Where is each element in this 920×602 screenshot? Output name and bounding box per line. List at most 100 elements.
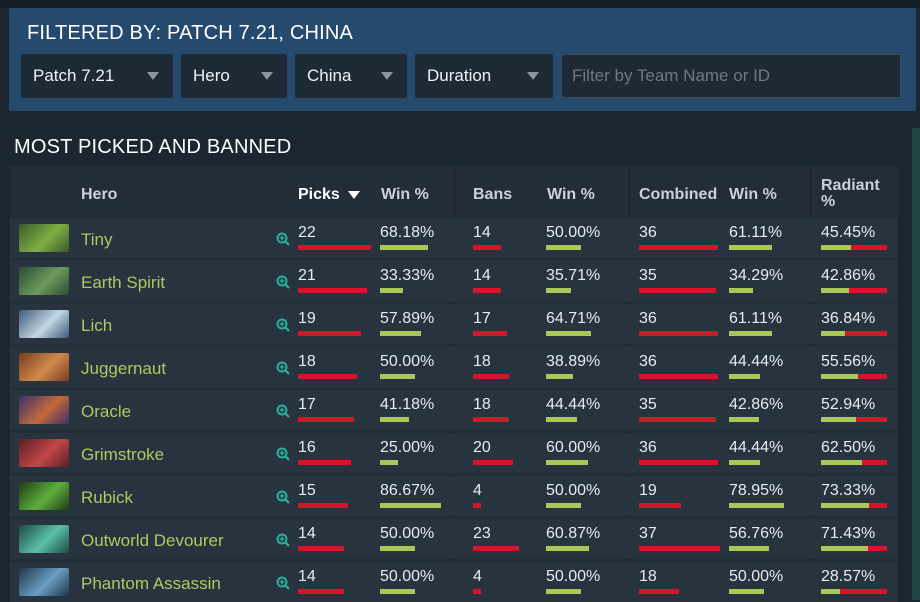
hero-stats-table: Hero Picks Win % Bans Win % Combined Win… xyxy=(10,166,898,602)
hero-name-link[interactable]: Earth Spirit xyxy=(81,273,165,293)
hero-name-link[interactable]: Juggernaut xyxy=(81,359,166,379)
picks-win-bar xyxy=(380,589,415,594)
picks-win-bar xyxy=(380,460,398,465)
sort-descending-icon xyxy=(347,190,360,199)
picks-bar xyxy=(298,374,358,379)
hero-name-link[interactable]: Oracle xyxy=(81,402,131,422)
dire-bar xyxy=(850,245,887,250)
combined-win-bar xyxy=(729,374,761,379)
dire-bar xyxy=(862,460,887,465)
chevron-down-icon xyxy=(261,72,273,80)
table-row[interactable]: Rubick 15 86.67% 4 50.00% 19 78.95% 73.3… xyxy=(10,476,898,516)
duration-dropdown[interactable]: Duration xyxy=(415,54,553,98)
combined-value: 35 xyxy=(639,396,657,413)
combined-bar xyxy=(639,417,716,422)
header-hero[interactable]: Hero xyxy=(81,186,117,204)
header-bans[interactable]: Bans xyxy=(473,186,512,204)
picks-win-value: 25.00% xyxy=(380,439,435,456)
picks-win-bar xyxy=(380,374,415,379)
bans-value: 14 xyxy=(473,267,491,284)
patch-dropdown[interactable]: Patch 7.21 xyxy=(21,54,173,98)
table-row[interactable]: Phantom Assassin 14 50.00% 4 50.00% 18 5… xyxy=(10,562,898,602)
picks-bar xyxy=(298,589,345,594)
combined-value: 19 xyxy=(639,482,657,499)
hero-name-link[interactable]: Lich xyxy=(81,316,112,336)
bans-win-bar xyxy=(546,245,581,250)
table-row[interactable]: Outworld Devourer 14 50.00% 23 60.87% 37… xyxy=(10,519,898,559)
bans-value: 18 xyxy=(473,353,491,370)
combined-win-value: 56.76% xyxy=(729,525,784,542)
radiant-value: 73.33% xyxy=(821,482,876,499)
hero-portrait xyxy=(19,525,69,553)
header-picks[interactable]: Picks xyxy=(298,186,360,204)
header-radiant-line2: % xyxy=(821,193,836,210)
bans-win-bar xyxy=(546,288,571,293)
radiant-bar xyxy=(821,417,856,422)
hero-dropdown-label: Hero xyxy=(193,66,230,85)
header-combined[interactable]: Combined xyxy=(639,186,717,204)
combined-value: 36 xyxy=(639,353,657,370)
combined-win-value: 61.11% xyxy=(729,310,783,327)
bans-value: 23 xyxy=(473,525,491,542)
zoom-in-icon[interactable] xyxy=(276,533,290,547)
picks-bar xyxy=(298,503,348,508)
picks-win-bar xyxy=(380,546,415,551)
zoom-in-icon[interactable] xyxy=(276,232,290,246)
dire-bar xyxy=(869,503,887,508)
picks-win-value: 50.00% xyxy=(380,568,435,585)
picks-win-value: 68.18% xyxy=(380,224,435,241)
zoom-in-icon[interactable] xyxy=(276,404,290,418)
radiant-bar xyxy=(821,589,840,594)
bans-bar xyxy=(473,245,501,250)
header-radiant[interactable]: Radiant % xyxy=(821,178,880,210)
duration-dropdown-label: Duration xyxy=(427,66,492,85)
hero-dropdown[interactable]: Hero xyxy=(181,54,287,98)
bans-win-value: 50.00% xyxy=(546,224,601,241)
table-row[interactable]: Oracle 17 41.18% 18 44.44% 35 42.86% 52.… xyxy=(10,390,898,430)
hero-name-link[interactable]: Rubick xyxy=(81,488,133,508)
picks-value: 16 xyxy=(298,439,316,456)
zoom-in-icon[interactable] xyxy=(276,490,290,504)
bans-win-value: 50.00% xyxy=(546,568,601,585)
combined-win-value: 42.86% xyxy=(729,396,784,413)
picks-bar xyxy=(298,288,368,293)
picks-win-bar xyxy=(380,288,404,293)
table-row[interactable]: Juggernaut 18 50.00% 18 38.89% 36 44.44%… xyxy=(10,347,898,387)
picks-win-value: 86.67% xyxy=(380,482,435,499)
combined-bar xyxy=(639,503,681,508)
team-search-input[interactable] xyxy=(561,54,901,98)
zoom-in-icon[interactable] xyxy=(276,447,290,461)
combined-win-bar xyxy=(729,503,785,508)
region-dropdown[interactable]: China xyxy=(295,54,407,98)
combined-win-value: 61.11% xyxy=(729,224,783,241)
zoom-in-icon[interactable] xyxy=(276,275,290,289)
header-picks-win[interactable]: Win % xyxy=(381,186,429,204)
bans-win-value: 64.71% xyxy=(546,310,601,327)
bans-value: 20 xyxy=(473,439,491,456)
table-row[interactable]: Lich 19 57.89% 17 64.71% 36 61.11% 36.84… xyxy=(10,304,898,344)
hero-name-link[interactable]: Phantom Assassin xyxy=(81,574,221,594)
zoom-in-icon[interactable] xyxy=(276,318,290,332)
bans-win-bar xyxy=(546,546,589,551)
hero-name-link[interactable]: Tiny xyxy=(81,230,113,250)
combined-win-value: 44.44% xyxy=(729,353,784,370)
header-combined-win[interactable]: Win % xyxy=(729,186,777,204)
table-row[interactable]: Earth Spirit 21 33.33% 14 35.71% 35 34.2… xyxy=(10,261,898,301)
combined-win-bar xyxy=(729,245,772,250)
table-row[interactable]: Tiny 22 68.18% 14 50.00% 36 61.11% 45.45… xyxy=(10,218,898,258)
table-header: Hero Picks Win % Bans Win % Combined Win… xyxy=(10,166,898,216)
bans-win-bar xyxy=(546,503,581,508)
hero-name-link[interactable]: Grimstroke xyxy=(81,445,164,465)
picks-value: 22 xyxy=(298,224,316,241)
radiant-value: 45.45% xyxy=(821,224,876,241)
hero-name-link[interactable]: Outworld Devourer xyxy=(81,531,224,551)
radiant-bar xyxy=(821,331,846,336)
zoom-in-icon[interactable] xyxy=(276,361,290,375)
table-row[interactable]: Grimstroke 16 25.00% 20 60.00% 36 44.44%… xyxy=(10,433,898,473)
right-edge-panel xyxy=(912,128,920,600)
header-bans-win[interactable]: Win % xyxy=(547,186,595,204)
header-radiant-line1: Radiant xyxy=(821,177,880,194)
hero-portrait xyxy=(19,568,69,596)
zoom-in-icon[interactable] xyxy=(276,576,290,590)
picks-value: 21 xyxy=(298,267,316,284)
